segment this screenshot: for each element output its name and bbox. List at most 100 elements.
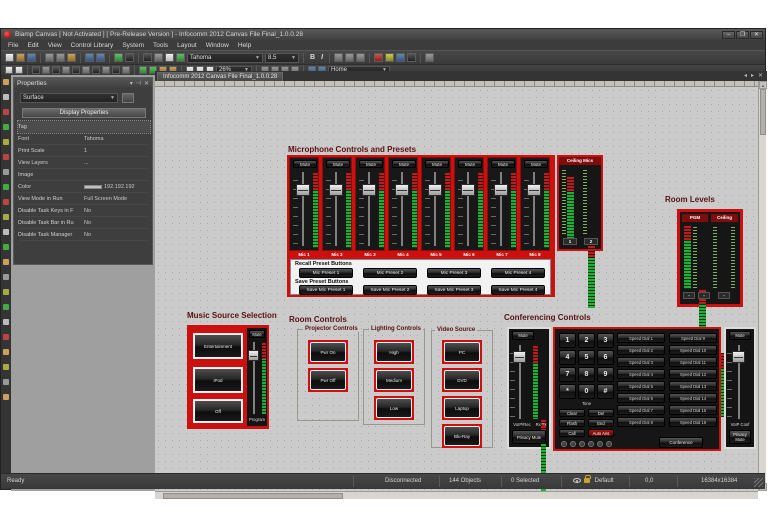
mic-mute-button[interactable]: Mute xyxy=(392,160,416,168)
tool-palette-icon[interactable] xyxy=(3,364,9,370)
lock-icon[interactable] xyxy=(584,475,591,483)
mic-mute-button[interactable]: Mute xyxy=(491,160,515,168)
speed-dial-button[interactable]: Speed Dial 11 xyxy=(669,357,717,367)
property-row[interactable]: View Mode in Run Full Screen Mode xyxy=(18,193,150,205)
speed-dial-button[interactable]: Speed Dial 15 xyxy=(669,405,717,415)
menu-view[interactable]: View xyxy=(48,42,62,49)
panel-close-icon[interactable]: ✕ xyxy=(144,80,149,87)
fader-thumb[interactable] xyxy=(494,184,508,196)
tool-palette-icon[interactable] xyxy=(3,379,9,385)
dialer-call-button[interactable]: Call xyxy=(559,429,585,437)
save-preset-button[interactable]: Save Mic Preset 1 xyxy=(299,285,353,295)
refresh-icon[interactable] xyxy=(176,53,185,62)
conf-mute-button[interactable]: Mute xyxy=(729,331,751,340)
add-icon[interactable] xyxy=(114,53,123,62)
menu-help[interactable]: Help xyxy=(238,42,251,49)
menu-file[interactable]: File xyxy=(8,42,18,49)
keypad-key[interactable]: 7 xyxy=(559,367,576,382)
tool-palette-icon[interactable] xyxy=(3,394,9,400)
font-select[interactable]: Tahoma ▼ xyxy=(187,52,263,63)
document-tab[interactable]: Infocomm 2012 Canvas File Final_1.0.0.28 xyxy=(157,72,284,81)
menu-layout[interactable]: Layout xyxy=(177,42,197,49)
tab-close-icon[interactable]: ✕ xyxy=(758,72,763,79)
copy-icon[interactable] xyxy=(56,53,65,62)
property-row[interactable]: Disable Task Bar in Ru No xyxy=(18,217,150,229)
mic-preset-button[interactable]: Mic Preset 2 xyxy=(363,268,417,278)
program-fader-thumb[interactable] xyxy=(248,350,259,361)
tool-palette-icon[interactable] xyxy=(3,214,9,220)
conf-fader-thumb[interactable] xyxy=(513,351,526,363)
music-source-button[interactable]: iPod xyxy=(193,367,243,393)
mic-mute-button[interactable]: Mute xyxy=(359,160,383,168)
mic-mute-button[interactable]: Mute xyxy=(524,160,548,168)
fill-color-icon[interactable] xyxy=(374,53,384,62)
new-file-icon[interactable] xyxy=(5,53,14,62)
tool-palette-icon[interactable] xyxy=(3,169,9,175)
fader-control-icon[interactable] xyxy=(42,66,50,74)
tool-palette-icon[interactable] xyxy=(3,229,9,235)
horizontal-scrollbar-thumb[interactable] xyxy=(163,493,343,499)
tool-palette-icon[interactable] xyxy=(3,109,9,115)
fader-thumb[interactable] xyxy=(329,184,343,196)
help-icon[interactable] xyxy=(125,53,134,62)
fader-thumb[interactable] xyxy=(362,184,376,196)
save-preset-button[interactable]: Save Mic Preset 4 xyxy=(491,285,545,295)
privacy-mute-button[interactable]: Privacy Mute xyxy=(512,430,546,444)
menu-window[interactable]: Window xyxy=(206,42,229,49)
line-color-icon[interactable] xyxy=(396,53,406,62)
speed-dial-button[interactable]: Speed Dial 7 xyxy=(617,405,665,415)
meter-control-icon[interactable] xyxy=(52,66,60,74)
keypad-key[interactable]: 3 xyxy=(597,333,614,348)
tool-palette-icon[interactable] xyxy=(3,304,9,310)
tool-palette-icon[interactable] xyxy=(3,199,9,205)
fader-thumb[interactable] xyxy=(428,184,442,196)
property-row[interactable]: Tag xyxy=(17,120,151,134)
cut-icon[interactable] xyxy=(45,53,54,62)
property-row[interactable]: Print Scale 1 xyxy=(18,145,150,157)
pin-icon[interactable]: ⊣ xyxy=(136,80,141,87)
speed-dial-button[interactable]: Speed Dial 13 xyxy=(669,381,717,391)
keypad-key[interactable]: 8 xyxy=(578,367,595,382)
align-left-icon[interactable] xyxy=(334,53,344,62)
redo-icon[interactable] xyxy=(96,53,105,62)
undo-icon[interactable] xyxy=(85,53,94,62)
speed-dial-button[interactable]: Speed Dial 9 xyxy=(669,333,717,343)
text-color-icon[interactable] xyxy=(407,53,417,62)
minimize-button[interactable]: – xyxy=(722,30,735,39)
music-source-button[interactable]: Off xyxy=(193,399,243,423)
tool-palette-icon[interactable] xyxy=(3,334,9,340)
select-tool-icon[interactable] xyxy=(5,66,13,74)
align-right-icon[interactable] xyxy=(356,53,366,62)
fader-thumb[interactable] xyxy=(395,184,409,196)
dialer-end-button[interactable]: End xyxy=(588,419,614,427)
conf-fader-thumb[interactable] xyxy=(732,351,745,363)
mic-mute-button[interactable]: Mute xyxy=(326,160,350,168)
text-tool-icon[interactable] xyxy=(15,66,23,74)
italic-button[interactable]: I xyxy=(319,54,325,61)
save-preset-button[interactable]: Save Mic Preset 2 xyxy=(363,285,417,295)
tool-palette-icon[interactable] xyxy=(3,319,9,325)
menu-edit[interactable]: Edit xyxy=(27,42,38,49)
dialer-flash-button[interactable]: Flash xyxy=(559,419,585,427)
conf-mute-button[interactable]: Mute xyxy=(512,331,534,340)
speed-dial-button[interactable]: Speed Dial 12 xyxy=(669,369,717,379)
keypad-key[interactable]: 5 xyxy=(578,350,595,365)
led-control-icon[interactable] xyxy=(62,66,70,74)
speed-dial-button[interactable]: Speed Dial 2 xyxy=(617,345,665,355)
dialer-control-icon[interactable] xyxy=(112,66,120,74)
privacy-mute-button[interactable]: Privacy Mute xyxy=(729,430,751,444)
save-preset-button[interactable]: Save Mic Preset 3 xyxy=(427,285,481,295)
tab-scroll-right-icon[interactable]: ▸ xyxy=(751,72,754,79)
property-target-select[interactable]: Surface ▼ xyxy=(20,93,118,103)
image-control-icon[interactable] xyxy=(92,66,100,74)
menu-system[interactable]: System xyxy=(122,42,144,49)
property-row[interactable]: Disable Task Manager No xyxy=(18,229,150,241)
display-icon[interactable] xyxy=(143,53,152,62)
fader-thumb[interactable] xyxy=(527,184,541,196)
font-size-select[interactable]: 8.5 ▼ xyxy=(265,52,299,63)
mic-mute-button[interactable]: Mute xyxy=(293,160,317,168)
layout-grid-icon[interactable] xyxy=(154,53,163,62)
save-icon[interactable] xyxy=(27,53,36,62)
property-grid-icon[interactable] xyxy=(122,93,134,103)
auto-answer-button[interactable]: Auto Ans xyxy=(588,429,614,437)
